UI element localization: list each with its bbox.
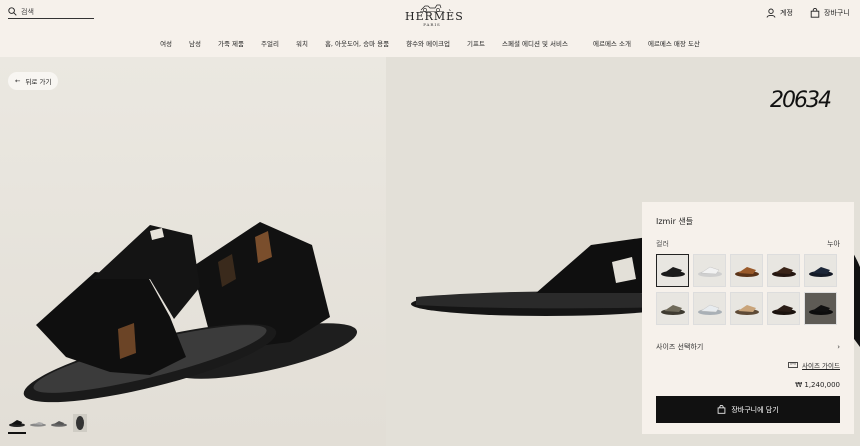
product-name: Izmir 샌들 (656, 217, 694, 226)
sandal-thumb-icon (73, 414, 87, 432)
sandal-swatch-icon (697, 304, 722, 315)
sandal-thumb-icon (30, 422, 46, 427)
nav-item-special-editions[interactable]: 스페셜 에디션 및 서비스 (493, 37, 576, 51)
account-link[interactable]: 계정 (766, 7, 793, 19)
size-selector[interactable]: 사이즈 선택하기 › (656, 341, 840, 353)
ruler-icon (788, 362, 798, 368)
nav-item-men[interactable]: 남성 (181, 37, 210, 51)
swatch-navy[interactable] (804, 254, 837, 287)
search-input[interactable] (21, 6, 91, 18)
sandal-swatch-icon (660, 304, 685, 315)
search-icon (8, 7, 17, 16)
site-header: HERMÈS PARIS 계정 장바구니 여성 남성 가죽 제품 주얼리 워치 … (0, 0, 860, 57)
brand-name: HERMÈS (405, 10, 464, 23)
back-label: 뒤로 가기 (25, 78, 52, 86)
product-page: HERMÈS PARIS 계정 장바구니 여성 남성 가죽 제품 주얼리 워치 … (0, 0, 860, 446)
sandal-swatch-icon (808, 266, 833, 277)
thumbnail-4[interactable] (71, 414, 89, 432)
nav-item-store[interactable]: 에르메스 매장 도산 (639, 37, 708, 51)
sandal-swatch-icon (697, 266, 722, 277)
arrow-left-icon: ← (15, 77, 21, 85)
cart-link[interactable]: 장바구니 (810, 7, 850, 19)
add-to-cart-label: 장바구니에 담기 (731, 405, 779, 414)
nav-item-home[interactable]: 홈, 아웃도어, 승마 용품 (316, 37, 397, 51)
shopping-bag-icon (810, 8, 820, 18)
search-bar[interactable] (8, 6, 94, 19)
swatch-tan[interactable] (730, 254, 763, 287)
swatch-beige[interactable] (730, 292, 763, 325)
sandal-thumb-icon (51, 421, 67, 427)
sandal-swatch-icon (734, 304, 759, 315)
product-panel: Izmir 샌들 컬러 누아 사이즈 선택하기 › 사이즈 가이드 ₩ 1,24… (642, 202, 854, 434)
sandal-pair-image (0, 57, 386, 446)
nav-item-fragrance[interactable]: 향수와 메이크업 (398, 37, 459, 51)
nav-item-leather-goods[interactable]: 가죽 제품 (210, 37, 253, 51)
sandal-swatch-icon (808, 304, 833, 315)
thumbnail-2[interactable] (29, 414, 47, 432)
thumbnail-3[interactable] (50, 414, 68, 432)
hermes-logo[interactable]: HERMÈS PARIS (405, 3, 464, 27)
product-image-main[interactable] (0, 57, 386, 446)
product-price: ₩ 1,240,000 (795, 381, 840, 389)
sandal-swatch-icon (771, 266, 796, 277)
nav-item-about[interactable]: 에르메스 소개 (584, 37, 639, 51)
nav-item-jewelry[interactable]: 주얼리 (253, 37, 288, 51)
size-label: 사이즈 선택하기 (656, 343, 704, 351)
add-to-cart-button[interactable]: 장바구니에 담기 (656, 396, 840, 423)
user-icon (766, 8, 776, 18)
cart-label: 장바구니 (824, 9, 850, 17)
nav-item-women[interactable]: 여성 (152, 37, 181, 51)
chevron-right-icon: › (837, 343, 840, 351)
size-guide-link[interactable]: 사이즈 가이드 (788, 360, 840, 370)
swatch-light-grey[interactable] (693, 292, 726, 325)
swatch-dark-brown[interactable] (767, 292, 800, 325)
nav-item-gifts[interactable]: 기프트 (459, 37, 494, 51)
color-swatches (656, 254, 840, 325)
size-guide-label: 사이즈 가이드 (802, 362, 840, 370)
thumbnail-1[interactable] (8, 414, 26, 434)
image-thumbnails (8, 414, 89, 434)
swatch-white[interactable] (693, 254, 726, 287)
account-label: 계정 (780, 9, 793, 17)
swatch-black-box[interactable] (804, 292, 837, 325)
color-label: 컬러 (656, 240, 669, 248)
swatch-black[interactable] (656, 254, 689, 287)
back-button[interactable]: ← 뒤로 가기 (8, 72, 59, 90)
sandal-swatch-icon (660, 266, 685, 277)
main-nav: 여성 남성 가죽 제품 주얼리 워치 홈, 아웃도어, 승마 용품 향수와 메이… (0, 37, 860, 51)
color-value: 누아 (827, 240, 840, 248)
sandal-thumb-icon (9, 420, 25, 427)
swatch-brown[interactable] (767, 254, 800, 287)
watermark-number: 20634 (770, 88, 832, 113)
nav-spacer (576, 37, 584, 51)
sandal-swatch-icon (734, 266, 759, 277)
shopping-bag-icon (718, 405, 726, 414)
swatch-khaki[interactable] (656, 292, 689, 325)
sandal-swatch-icon (771, 304, 796, 315)
nav-item-watches[interactable]: 워치 (287, 37, 316, 51)
